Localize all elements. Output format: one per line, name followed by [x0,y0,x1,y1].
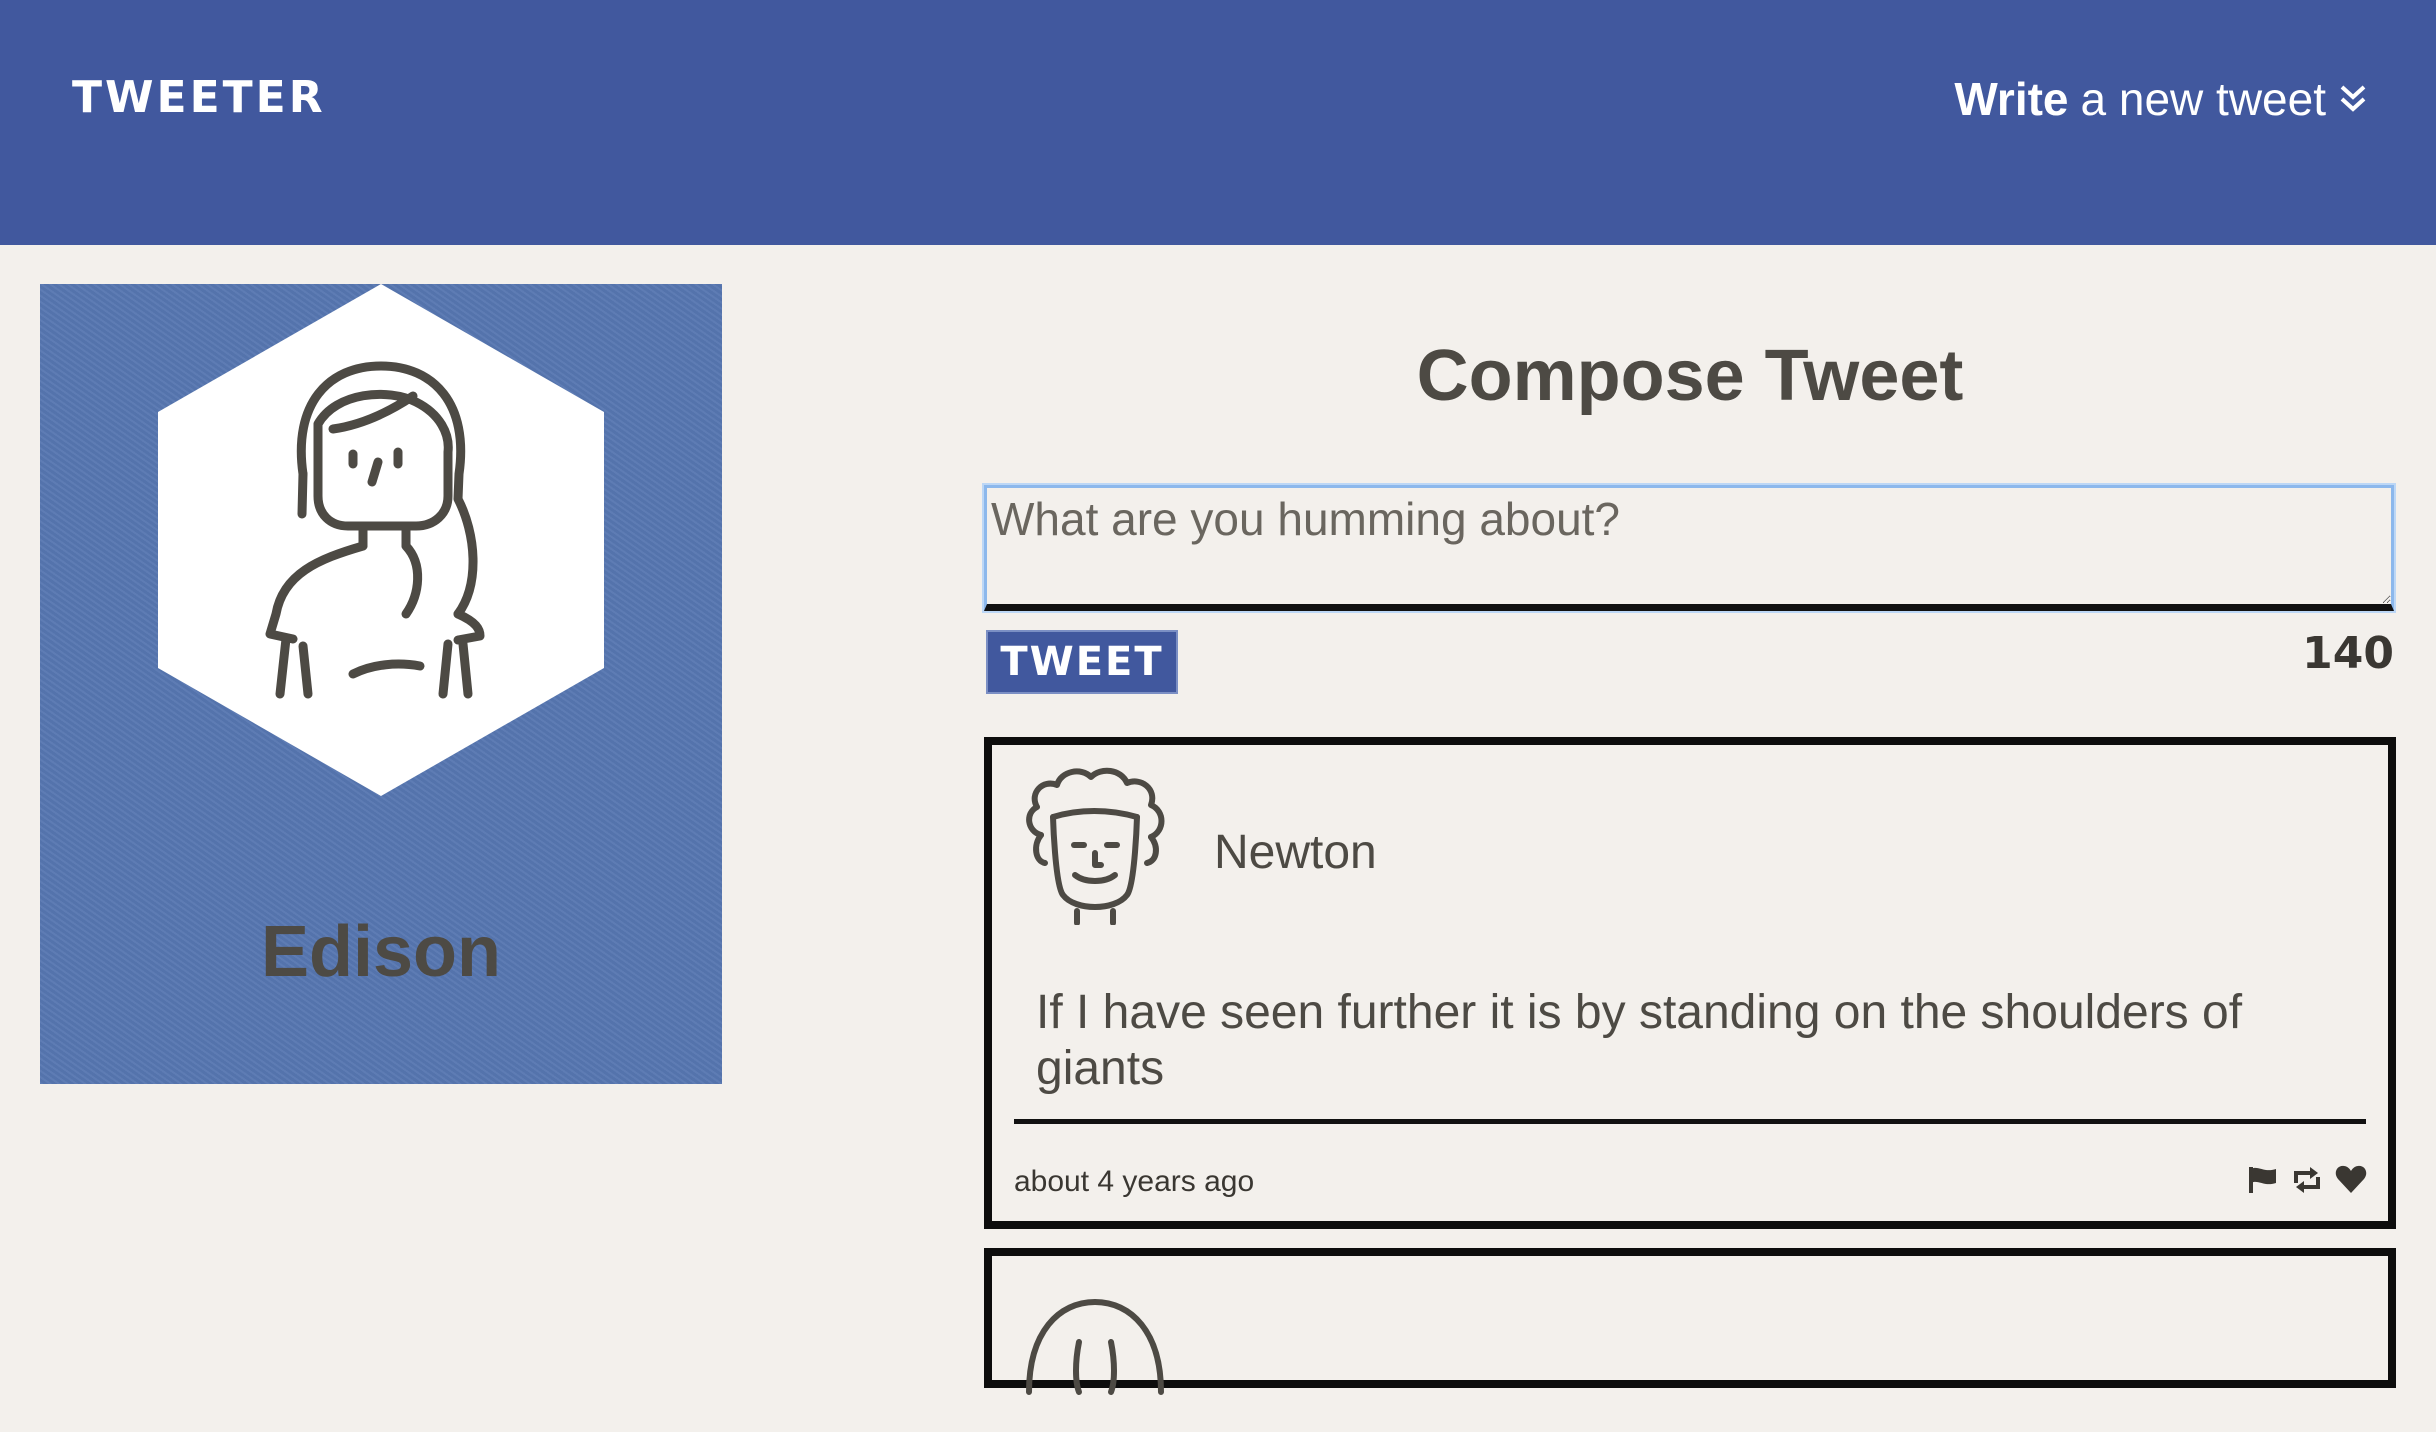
write-new-tweet-toggle[interactable]: Write a new tweet [1954,72,2368,126]
tweet-card [984,1248,2396,1395]
tweet-submit-button[interactable]: TWEET [986,630,1178,694]
write-new-tweet-label: a new tweet [2080,73,2326,125]
profile-card: Edison [40,284,722,1084]
avatar-icon [1026,1298,1164,1395]
brand-logo[interactable]: TWEETER [72,72,326,123]
tweet-timestamp: about 4 years ago [1014,1165,1255,1198]
compose-title: Compose Tweet [1416,336,1964,416]
tweet-card: Newton If I have seen further it is by s… [984,737,2396,1229]
tweet-author-name: Newton [1214,826,1377,879]
retweet-icon[interactable] [2290,1163,2324,1197]
write-new-tweet-bold: Write [1954,73,2069,125]
top-nav-bar: TWEETER Write a new tweet [0,0,2436,245]
character-counter: 140 [2302,628,2394,679]
tweet-actions [2246,1163,2368,1197]
double-chevron-down-icon [2340,85,2366,112]
profile-name: Edison [260,912,501,992]
tweet-divider [1014,1119,2366,1124]
tweet-text: If I have seen further it is by standing… [1036,986,2243,1095]
tweet-text-input[interactable] [984,485,2394,611]
flag-icon[interactable] [2246,1163,2280,1197]
woman-avatar-icon [158,284,604,796]
heart-icon[interactable] [2334,1163,2368,1197]
curly-hair-man-avatar-icon [1026,767,1165,925]
